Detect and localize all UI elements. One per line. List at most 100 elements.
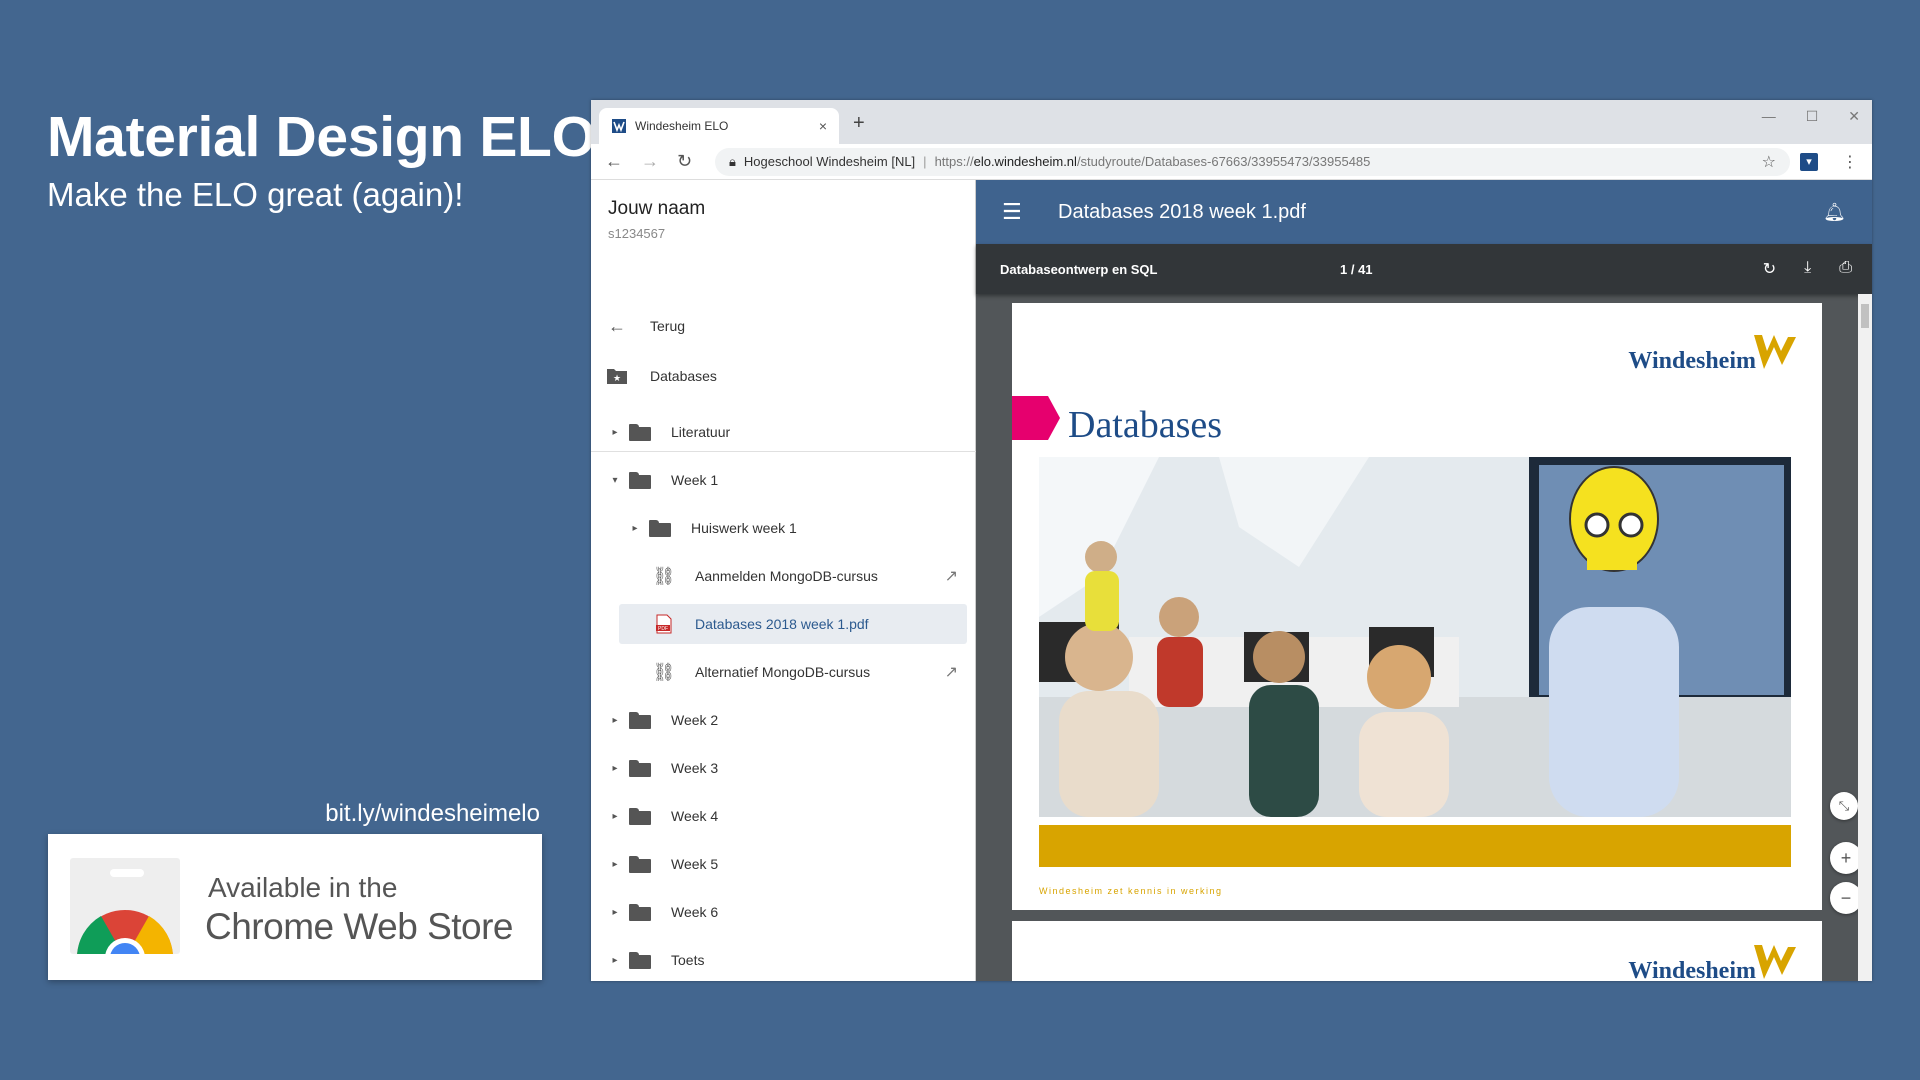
pink-arrow-accent xyxy=(1012,396,1060,440)
reload-icon[interactable]: ↻ xyxy=(677,151,692,172)
tree-item-databases-pdf[interactable]: PDF Databases 2018 week 1.pdf xyxy=(619,604,967,644)
expand-arrow-icon[interactable]: ▸ xyxy=(609,427,621,438)
bookmark-star-icon[interactable]: ☆ xyxy=(1762,152,1776,172)
course-link[interactable]: ★ Databases xyxy=(591,356,976,396)
tree-item-label: Week 5 xyxy=(671,856,719,872)
windesheim-logo: Windesheim xyxy=(1628,331,1800,375)
tree-item-week-5[interactable]: ▸ Week 5 xyxy=(591,844,976,884)
page-indicator: 1 / 41 xyxy=(1340,261,1373,277)
tree-item-aanmelden-mongodb[interactable]: ⛓︎ Aanmelden MongoDB-cursus ↗ xyxy=(591,556,976,596)
document-title: Databases 2018 week 1.pdf xyxy=(1058,200,1306,223)
slide-title: Material Design ELO xyxy=(47,105,596,169)
slide-footer-text: Windesheim zet kennis in werking xyxy=(1039,886,1223,896)
svg-text:★: ★ xyxy=(613,373,621,383)
tree-item-label: Week 1 xyxy=(671,472,719,488)
collapse-arrow-icon[interactable]: ▾ xyxy=(609,475,621,486)
minimize-icon[interactable]: — xyxy=(1762,108,1776,125)
windesheim-logo-page-2: Windesheim xyxy=(1628,941,1800,981)
folder-icon xyxy=(629,903,651,921)
tree-item-alternatief-mongodb[interactable]: ⛓︎ Alternatief MongoDB-cursus ↗ xyxy=(591,652,976,692)
scrollbar[interactable] xyxy=(1858,294,1872,981)
chrome-store-icon xyxy=(70,858,180,954)
expand-arrow-icon[interactable]: ▸ xyxy=(609,955,621,966)
tree-item-literatuur[interactable]: ▸ Literatuur xyxy=(591,412,976,452)
download-icon[interactable]: ⤓ xyxy=(1804,259,1811,279)
expand-arrow-icon[interactable]: ▸ xyxy=(629,523,641,534)
tab-bar: Windesheim ELO × + — ☐ ✕ xyxy=(591,100,1872,144)
sidebar: Jouw naam s1234567 ← Terug ★ Databases ▸… xyxy=(591,180,976,981)
badge-line-1: Available in the xyxy=(208,872,398,903)
pdf-document-name: Databaseontwerp en SQL xyxy=(1000,261,1158,277)
logo-text: Windesheim xyxy=(1628,348,1756,374)
expand-arrow-icon[interactable]: ▸ xyxy=(609,859,621,870)
tree-item-label: Week 6 xyxy=(671,904,719,920)
open-external-icon[interactable]: ↗ xyxy=(945,662,958,682)
tree-item-label: Toets xyxy=(671,952,705,968)
browser-menu-icon[interactable]: ⋮ xyxy=(1842,152,1858,172)
user-name: Jouw naam xyxy=(608,198,706,219)
classroom-photo xyxy=(1039,457,1791,817)
tree-item-week-3[interactable]: ▸ Week 3 xyxy=(591,748,976,788)
lock-icon: 🔒︎ xyxy=(729,153,736,169)
tab-close-icon[interactable]: × xyxy=(819,118,827,134)
expand-arrow-icon[interactable]: ▸ xyxy=(609,715,621,726)
pdf-page: Windesheim Databases Windesheim zet kenn… xyxy=(1012,303,1822,910)
fit-page-button[interactable]: ⤡ xyxy=(1830,792,1858,820)
tree-item-toets[interactable]: ▸ Toets xyxy=(591,940,976,980)
tree-item-week-4[interactable]: ▸ Week 4 xyxy=(591,796,976,836)
tree-item-week-1[interactable]: ▾ Week 1 xyxy=(591,460,976,500)
svg-text:PDF: PDF xyxy=(658,626,668,632)
site-identity: Hogeschool Windesheim [NL] xyxy=(743,154,916,169)
tree-item-huiswerk-week-1[interactable]: ▸ Huiswerk week 1 xyxy=(591,508,976,548)
extension-icon[interactable]: ▾ xyxy=(1800,152,1818,171)
content-area: ☰ Databases 2018 week 1.pdf 🔔︎ Databaseo… xyxy=(976,180,1872,981)
tab-title: Windesheim ELO xyxy=(635,119,729,133)
notifications-bell-icon[interactable]: 🔔︎ xyxy=(1823,202,1846,223)
folder-star-icon: ★ xyxy=(606,365,628,387)
back-icon[interactable]: ← xyxy=(605,151,623,172)
new-tab-button[interactable]: + xyxy=(853,112,865,135)
print-icon[interactable]: ⎙ xyxy=(1839,259,1852,279)
tree-item-week-6[interactable]: ▸ Week 6 xyxy=(591,892,976,932)
browser-window: Windesheim ELO × + — ☐ ✕ ← → ↻ 🔒︎ Hogesc… xyxy=(591,100,1872,981)
chrome-web-store-badge[interactable]: Available in the Chrome Web Store xyxy=(48,834,542,980)
slide-subtitle: Make the ELO great (again)! xyxy=(47,176,464,213)
badge-line-2: Chrome Web Store xyxy=(205,906,514,947)
url-input[interactable]: 🔒︎ Hogeschool Windesheim [NL] | https://… xyxy=(715,147,1790,176)
user-id: s1234567 xyxy=(608,226,666,241)
folder-icon xyxy=(629,759,651,777)
url-host: elo.windesheim.nl xyxy=(973,154,1077,169)
gold-footer-bar xyxy=(1039,825,1791,867)
tree-item-label: Literatuur xyxy=(671,424,731,440)
expand-arrow-icon[interactable]: ▸ xyxy=(609,763,621,774)
short-link[interactable]: bit.ly/windesheimelo xyxy=(240,800,540,828)
tree-item-week-2[interactable]: ▸ Week 2 xyxy=(591,700,976,740)
app-bar: ☰ Databases 2018 week 1.pdf 🔔︎ xyxy=(976,180,1872,244)
url-path: /studyroute/Databases-67663/33955473/339… xyxy=(1076,154,1371,169)
url-prefix: https:// xyxy=(934,154,974,169)
folder-icon xyxy=(649,519,671,537)
course-label: Databases xyxy=(650,368,717,384)
tree-item-label: Databases 2018 week 1.pdf xyxy=(695,616,869,632)
maximize-icon[interactable]: ☐ xyxy=(1806,108,1819,125)
expand-arrow-icon[interactable]: ▸ xyxy=(609,811,621,822)
window-close-icon[interactable]: ✕ xyxy=(1848,108,1860,125)
folder-icon xyxy=(629,711,651,729)
windesheim-favicon-icon xyxy=(612,119,626,133)
expand-arrow-icon[interactable]: ▸ xyxy=(609,907,621,918)
logo-text: Windesheim xyxy=(1628,958,1756,981)
folder-icon xyxy=(629,855,651,873)
hamburger-menu-icon[interactable]: ☰ xyxy=(1002,199,1058,225)
browser-tab[interactable]: Windesheim ELO × xyxy=(599,108,839,144)
folder-icon xyxy=(629,951,651,969)
scrollbar-thumb[interactable] xyxy=(1861,304,1869,328)
forward-icon[interactable]: → xyxy=(641,151,659,172)
arrow-back-icon: ← xyxy=(608,315,626,336)
tree-item-label: Huiswerk week 1 xyxy=(691,520,797,536)
tree-item-label: Aanmelden MongoDB-cursus xyxy=(695,568,878,584)
rotate-icon[interactable]: ↻ xyxy=(1763,259,1776,279)
folder-icon xyxy=(629,471,651,489)
back-link[interactable]: ← Terug xyxy=(591,306,976,346)
folder-icon xyxy=(629,807,651,825)
open-external-icon[interactable]: ↗ xyxy=(945,566,958,586)
